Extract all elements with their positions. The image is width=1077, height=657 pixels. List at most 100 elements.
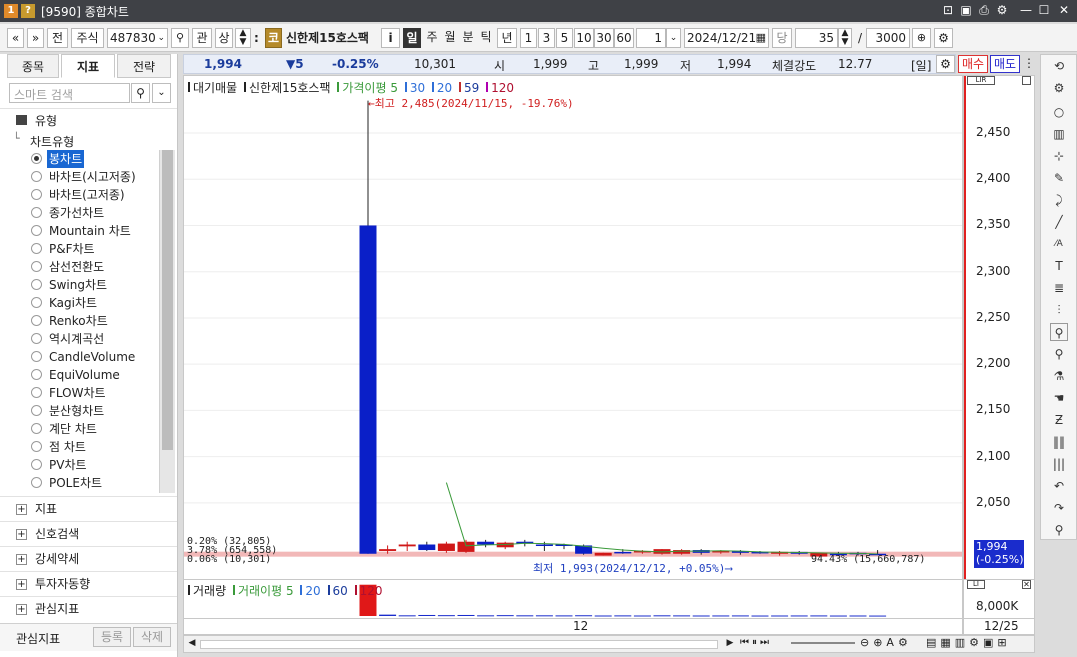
playback-controls[interactable]: ⏮⏸⏭ bbox=[740, 637, 772, 648]
help-badge[interactable]: ? bbox=[21, 4, 35, 18]
hand-icon[interactable]: ☚ bbox=[1050, 389, 1068, 407]
display-count-input[interactable]: 35 bbox=[795, 28, 838, 48]
interval-60-button[interactable]: 60 bbox=[614, 28, 634, 48]
maximize-icon[interactable]: ☐ bbox=[1036, 3, 1052, 17]
zoom-select-icon[interactable]: ⚲ bbox=[1050, 323, 1068, 341]
radio-icon[interactable] bbox=[31, 351, 42, 362]
radio-icon[interactable] bbox=[31, 207, 42, 218]
radio-icon[interactable] bbox=[31, 279, 42, 290]
tab-strategy[interactable]: 전략 bbox=[117, 54, 171, 78]
period-tick-button[interactable]: 틱 bbox=[477, 28, 495, 48]
radio-icon[interactable] bbox=[31, 243, 42, 254]
period-day-button[interactable]: 일 bbox=[403, 28, 421, 48]
radio-icon[interactable] bbox=[31, 315, 42, 326]
refresh-icon[interactable]: ⟲ bbox=[1050, 57, 1068, 75]
redo-icon[interactable]: ↷ bbox=[1050, 499, 1068, 517]
volume-bar[interactable] bbox=[516, 615, 534, 617]
volume-bar[interactable] bbox=[379, 614, 397, 616]
volume-bar[interactable] bbox=[849, 615, 867, 617]
type-section-header[interactable]: 유형 bbox=[0, 108, 177, 130]
candle-body[interactable] bbox=[477, 541, 495, 545]
upper-button[interactable]: 상 bbox=[215, 28, 233, 48]
print-icon[interactable]: ⎙ bbox=[976, 3, 992, 18]
volume-bar[interactable] bbox=[496, 615, 514, 617]
volume-bar[interactable] bbox=[712, 615, 730, 617]
volume-bar[interactable] bbox=[771, 615, 789, 617]
trend-icon[interactable]: ⤸ bbox=[1050, 191, 1068, 209]
candle-body[interactable] bbox=[457, 541, 475, 552]
volume-bar[interactable] bbox=[437, 615, 455, 617]
sell-button[interactable]: 매도 bbox=[990, 55, 1020, 73]
volume-bar[interactable] bbox=[731, 615, 749, 617]
indicator-section[interactable]: + 강세약세 bbox=[0, 546, 177, 571]
quote-settings-button[interactable]: ⚙ bbox=[936, 55, 955, 73]
chart-settings-button[interactable]: ⚙ bbox=[934, 28, 953, 48]
market-select[interactable]: 주식 bbox=[71, 28, 104, 48]
chevron-down-icon[interactable]: ⌄ bbox=[157, 29, 165, 47]
tab-indicators[interactable]: 지표 bbox=[61, 54, 115, 78]
minimize-icon[interactable]: — bbox=[1018, 3, 1034, 17]
volume-panel[interactable]: 거래량 거래이평 5 20 60 120 bbox=[183, 579, 963, 619]
interval-3-button[interactable]: 3 bbox=[538, 28, 555, 48]
volume-bar[interactable] bbox=[477, 615, 495, 617]
interval-5-button[interactable]: 5 bbox=[556, 28, 573, 48]
calendar-icon[interactable]: ▦ bbox=[756, 29, 766, 47]
pen-icon[interactable]: ✎ bbox=[1050, 169, 1068, 187]
vertical-lines-icon[interactable]: ‖‖ bbox=[1050, 433, 1068, 451]
chevron-down-icon[interactable]: ⌄ bbox=[666, 28, 681, 48]
indicator-section[interactable]: + 투자자동향 bbox=[0, 571, 177, 596]
axis-mode-icon[interactable]: LI bbox=[967, 580, 985, 589]
volume-bar[interactable] bbox=[398, 615, 416, 617]
candle-body[interactable] bbox=[437, 543, 455, 551]
expand-icon[interactable]: + bbox=[16, 579, 27, 590]
expand-icon[interactable]: + bbox=[16, 529, 27, 540]
volume-bar[interactable] bbox=[457, 614, 475, 616]
settings-icon[interactable]: ⚙ bbox=[994, 3, 1010, 17]
scrollbar-thumb[interactable] bbox=[162, 150, 173, 450]
interval-10-button[interactable]: 10 bbox=[574, 28, 594, 48]
interval-30-button[interactable]: 30 bbox=[594, 28, 614, 48]
tab-stocks[interactable]: 종목 bbox=[7, 54, 59, 78]
crosshair-icon[interactable]: ⊹ bbox=[1050, 147, 1068, 165]
price-chart-panel[interactable]: 대기매물 신한제15호스팩 가격이평 5 30 20 59 120 ←최고 2,… bbox=[183, 75, 963, 580]
zoom-controls[interactable]: ⊖⊕A⚙ bbox=[860, 636, 912, 649]
radio-icon[interactable] bbox=[31, 405, 42, 416]
minute-input[interactable]: 1 bbox=[636, 28, 666, 48]
next-stock-button[interactable]: » bbox=[27, 28, 44, 48]
interest-button[interactable]: 관 bbox=[192, 28, 212, 48]
volume-bar[interactable] bbox=[653, 615, 671, 617]
stats-icon[interactable]: ⚗ bbox=[1050, 367, 1068, 385]
auto-line-icon[interactable]: ⁄A bbox=[1050, 235, 1068, 253]
scroll-right-icon[interactable]: ▶ bbox=[724, 638, 736, 650]
text-icon[interactable]: T bbox=[1050, 257, 1068, 275]
search-icon[interactable]: ⚲ bbox=[1050, 521, 1068, 539]
radio-icon[interactable] bbox=[31, 441, 42, 452]
scroll-left-icon[interactable]: ◀ bbox=[186, 638, 198, 650]
volume-bar[interactable] bbox=[790, 615, 808, 617]
candle-body[interactable] bbox=[673, 550, 691, 554]
volume-bar[interactable] bbox=[535, 615, 553, 617]
radio-icon[interactable] bbox=[31, 261, 42, 272]
zoom-slider[interactable] bbox=[791, 642, 855, 644]
undo-icon[interactable]: ↶ bbox=[1050, 477, 1068, 495]
updown-stepper[interactable]: ▲ ▼ bbox=[235, 28, 251, 48]
period-month-button[interactable]: 월 bbox=[441, 28, 459, 48]
expand-icon[interactable]: + bbox=[16, 554, 27, 565]
view-controls[interactable]: ▤▦▥⚙▣⊞ bbox=[926, 636, 1011, 649]
radio-icon[interactable] bbox=[31, 387, 42, 398]
volume-bar[interactable] bbox=[692, 615, 710, 617]
today-button[interactable]: 당 bbox=[772, 28, 792, 48]
radio-icon[interactable] bbox=[31, 459, 42, 470]
delete-button[interactable]: 삭제 bbox=[133, 627, 171, 647]
zigzag-icon[interactable]: Ƶ bbox=[1050, 411, 1068, 429]
gear-icon[interactable]: ⚙ bbox=[1050, 79, 1068, 97]
expand-icon[interactable]: + bbox=[16, 504, 27, 515]
maximize-panel-icon[interactable] bbox=[1022, 76, 1031, 85]
volume-bar[interactable] bbox=[418, 614, 436, 616]
radio-icon[interactable] bbox=[31, 189, 42, 200]
radio-icon[interactable] bbox=[31, 153, 42, 164]
search-button[interactable]: ⚲ bbox=[171, 28, 189, 48]
zoom-list-icon[interactable]: ⚲ bbox=[1050, 345, 1068, 363]
period-minute-button[interactable]: 분 bbox=[459, 28, 477, 48]
bar-chart-icon[interactable]: ▥ bbox=[1050, 125, 1068, 143]
